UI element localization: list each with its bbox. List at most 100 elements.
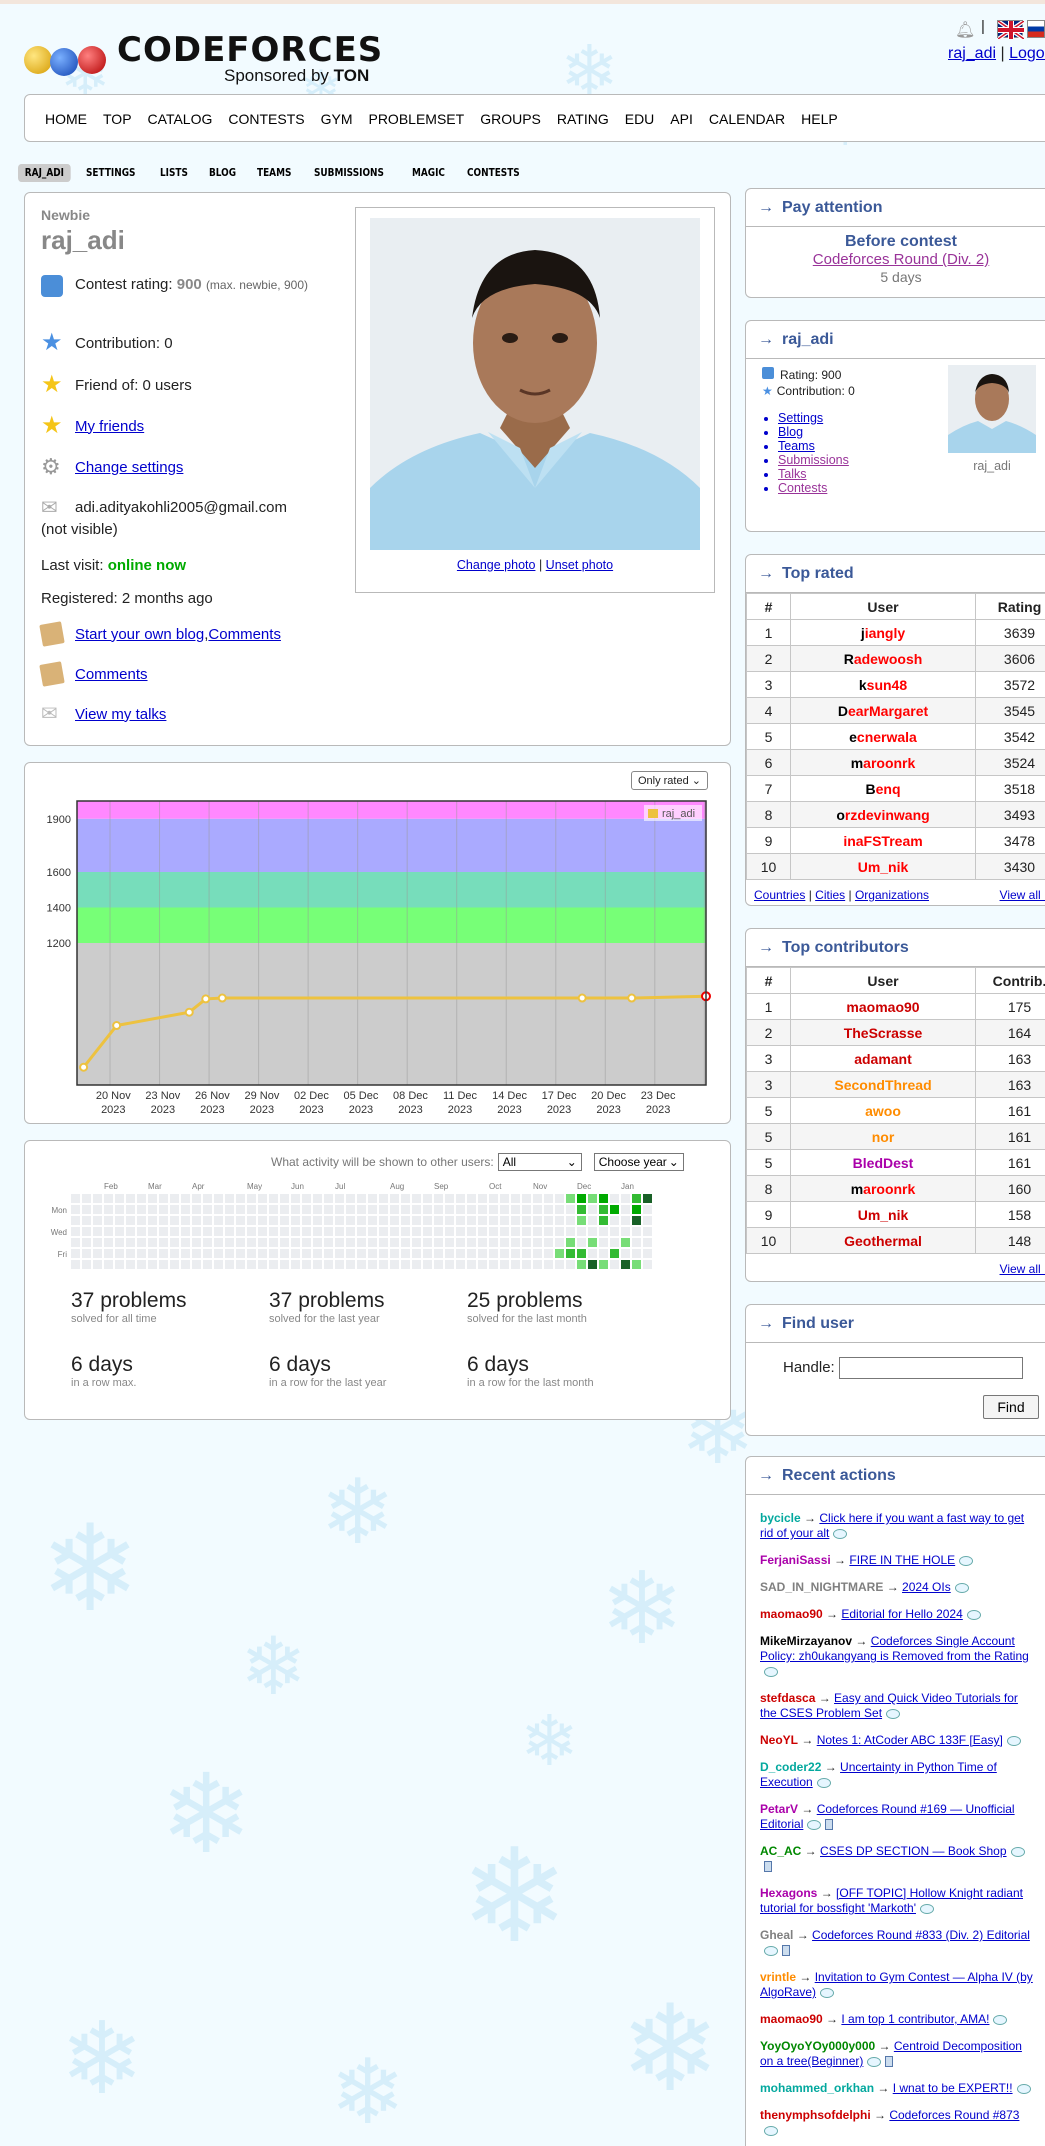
activity-cell[interactable]: [269, 1216, 278, 1225]
activity-cell[interactable]: [445, 1216, 454, 1225]
activity-cell[interactable]: [500, 1238, 509, 1247]
recent-user[interactable]: MikeMirzayanov: [760, 1634, 852, 1648]
activity-cell[interactable]: [544, 1249, 553, 1258]
activity-cell[interactable]: [258, 1249, 267, 1258]
activity-cell[interactable]: [82, 1205, 91, 1214]
activity-cell[interactable]: [126, 1216, 135, 1225]
rating-point[interactable]: [627, 993, 637, 1003]
activity-cell[interactable]: [214, 1260, 223, 1269]
activity-cell[interactable]: [610, 1249, 619, 1258]
activity-cell[interactable]: [346, 1238, 355, 1247]
activity-cell[interactable]: [599, 1238, 608, 1247]
activity-cell[interactable]: [324, 1249, 333, 1258]
activity-cell[interactable]: [533, 1227, 542, 1236]
menu-item-home[interactable]: HOME: [45, 111, 87, 127]
activity-cell[interactable]: [192, 1194, 201, 1203]
rating-point[interactable]: [201, 994, 211, 1004]
activity-cell[interactable]: [643, 1216, 652, 1225]
activity-cell[interactable]: [456, 1194, 465, 1203]
activity-cell[interactable]: [291, 1194, 300, 1203]
activity-cell[interactable]: [610, 1194, 619, 1203]
change-settings-link[interactable]: Change settings: [75, 459, 183, 476]
activity-cell[interactable]: [324, 1260, 333, 1269]
activity-cell[interactable]: [236, 1238, 245, 1247]
activity-cell[interactable]: [269, 1194, 278, 1203]
activity-cell[interactable]: [302, 1238, 311, 1247]
activity-cell[interactable]: [401, 1205, 410, 1214]
activity-cell[interactable]: [137, 1249, 146, 1258]
activity-cell[interactable]: [423, 1216, 432, 1225]
activity-cell[interactable]: [500, 1205, 509, 1214]
activity-cell[interactable]: [500, 1249, 509, 1258]
activity-cell[interactable]: [368, 1260, 377, 1269]
activity-cell[interactable]: [313, 1260, 322, 1269]
activity-cell[interactable]: [93, 1194, 102, 1203]
activity-cell[interactable]: [159, 1194, 168, 1203]
activity-cell[interactable]: [423, 1194, 432, 1203]
activity-cell[interactable]: [324, 1216, 333, 1225]
activity-cell[interactable]: [379, 1216, 388, 1225]
submenu-item-contests[interactable]: CONTESTS: [467, 167, 520, 179]
activity-cell[interactable]: [434, 1205, 443, 1214]
activity-cell[interactable]: [170, 1227, 179, 1236]
activity-cell[interactable]: [423, 1205, 432, 1214]
recent-post-link[interactable]: Notes 1: AtCoder ABC 133F [Easy]: [817, 1733, 1003, 1747]
activity-cell[interactable]: [500, 1194, 509, 1203]
activity-cell[interactable]: [632, 1249, 641, 1258]
activity-cell[interactable]: [621, 1216, 630, 1225]
activity-cell[interactable]: [346, 1205, 355, 1214]
activity-cell[interactable]: [434, 1227, 443, 1236]
user-cell[interactable]: maroonrk: [790, 749, 976, 776]
activity-cell[interactable]: [247, 1216, 256, 1225]
activity-cell[interactable]: [478, 1238, 487, 1247]
activity-cell[interactable]: [236, 1227, 245, 1236]
activity-cell[interactable]: [280, 1216, 289, 1225]
activity-cell[interactable]: [412, 1238, 421, 1247]
rating-point[interactable]: [112, 1021, 122, 1031]
activity-cell[interactable]: [93, 1216, 102, 1225]
recent-user[interactable]: Hexagons: [760, 1886, 817, 1900]
contest-link[interactable]: Codeforces Round (Div. 2): [813, 251, 989, 268]
activity-cell[interactable]: [335, 1194, 344, 1203]
menu-item-rating[interactable]: RATING: [557, 111, 609, 127]
activity-cell[interactable]: [434, 1216, 443, 1225]
side-link-talks[interactable]: Talks: [778, 467, 806, 481]
activity-cell[interactable]: [555, 1216, 564, 1225]
activity-cell[interactable]: [511, 1249, 520, 1258]
submenu-item-submissions[interactable]: SUBMISSIONS: [314, 167, 384, 179]
activity-cell[interactable]: [170, 1238, 179, 1247]
activity-cell[interactable]: [533, 1205, 542, 1214]
activity-cell[interactable]: [269, 1238, 278, 1247]
activity-cell[interactable]: [621, 1260, 630, 1269]
activity-cell[interactable]: [137, 1227, 146, 1236]
activity-cell[interactable]: [181, 1238, 190, 1247]
activity-cell[interactable]: [643, 1227, 652, 1236]
activity-cell[interactable]: [456, 1205, 465, 1214]
activity-cell[interactable]: [93, 1227, 102, 1236]
activity-cell[interactable]: [269, 1205, 278, 1214]
rating-point[interactable]: [217, 993, 227, 1003]
recent-user[interactable]: thenymphsofdelphi: [760, 2108, 871, 2122]
user-cell[interactable]: DearMargaret: [790, 697, 976, 724]
activity-cell[interactable]: [247, 1260, 256, 1269]
activity-cell[interactable]: [643, 1249, 652, 1258]
activity-cell[interactable]: [522, 1205, 531, 1214]
menu-item-edu[interactable]: EDU: [625, 111, 655, 127]
recent-user[interactable]: D_coder22: [760, 1760, 821, 1774]
activity-cell[interactable]: [368, 1216, 377, 1225]
activity-cell[interactable]: [621, 1249, 630, 1258]
comments-inline-link[interactable]: Comments: [208, 626, 281, 643]
activity-cell[interactable]: [335, 1249, 344, 1258]
activity-cell[interactable]: [247, 1205, 256, 1214]
activity-cell[interactable]: [621, 1205, 630, 1214]
activity-cell[interactable]: [566, 1194, 575, 1203]
user-cell[interactable]: Benq: [790, 775, 976, 802]
activity-cell[interactable]: [335, 1260, 344, 1269]
activity-cell[interactable]: [401, 1238, 410, 1247]
activity-cell[interactable]: [368, 1194, 377, 1203]
activity-cell[interactable]: [390, 1194, 399, 1203]
activity-cell[interactable]: [577, 1260, 586, 1269]
handle-input[interactable]: [839, 1357, 1023, 1379]
activity-cell[interactable]: [610, 1216, 619, 1225]
activity-cell[interactable]: [401, 1249, 410, 1258]
